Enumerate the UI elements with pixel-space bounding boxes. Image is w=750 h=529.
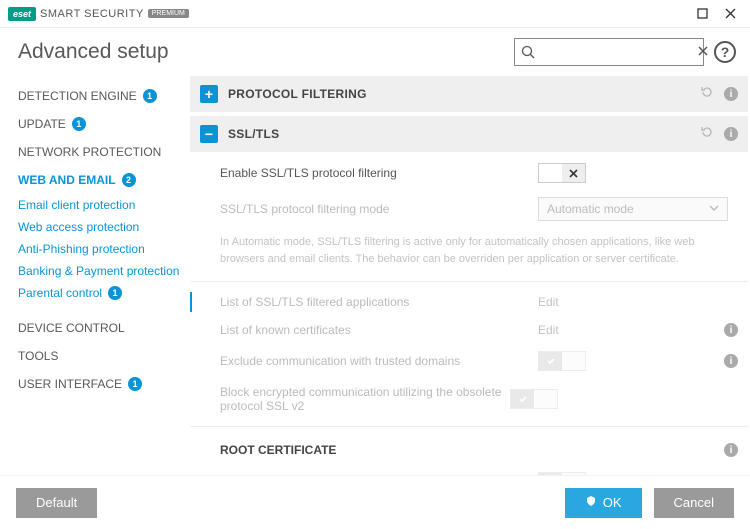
revert-icon[interactable] [700,125,714,144]
check-icon [511,390,534,408]
cancel-button[interactable]: Cancel [654,488,734,518]
brand-tier: PREMIUM [148,9,189,18]
row-block-sslv2: Block encrypted communication utilizing … [190,378,748,420]
toggle-block-sslv2 [510,389,558,409]
row-enable-ssl: Enable SSL/TLS protocol filtering [190,156,748,190]
subsection-root-certificate: ROOT CERTIFICATE i [190,426,748,465]
x-icon [562,164,585,182]
sidebar-item-user-interface[interactable]: USER INTERFACE1 [18,370,190,398]
info-icon[interactable]: i [724,354,738,368]
check-icon [539,352,562,370]
footer: Default OK Cancel [0,475,750,529]
sidebar-item-network-protection[interactable]: NETWORK PROTECTION [18,138,190,166]
info-icon[interactable]: i [724,87,738,101]
chevron-down-icon [709,202,719,216]
edit-link-certs: Edit [538,323,559,337]
help-button[interactable]: ? [714,41,736,63]
row-exclude-trusted: Exclude communication with trusted domai… [190,344,748,378]
sidebar-item-detection-engine[interactable]: DETECTION ENGINE1 [18,82,190,110]
sidebar-item-device-control[interactable]: DEVICE CONTROL [18,314,190,342]
sidebar-sub-email-client[interactable]: Email client protection [18,194,190,216]
select-filtering-mode: Automatic mode [538,197,728,221]
header: Advanced setup ? [0,28,750,76]
row-list-apps: List of SSL/TLS filtered applications Ed… [190,288,748,316]
sidebar-item-tools[interactable]: TOOLS [18,342,190,370]
sidebar-sub-anti-phishing[interactable]: Anti-Phishing protection [18,238,190,260]
badge-icon: 1 [128,377,142,391]
window-close-icon[interactable] [722,6,738,22]
badge-icon: 1 [143,89,157,103]
ok-button[interactable]: OK [565,488,642,518]
clear-search-icon[interactable] [698,43,708,61]
sidebar-sub-parental-control[interactable]: Parental control1 [18,282,190,304]
brand-name: SMART SECURITY [40,8,144,20]
toggle-enable-ssl[interactable] [538,163,586,183]
revert-icon[interactable] [700,85,714,104]
toggle-exclude-trusted [538,351,586,371]
shield-icon [585,495,597,510]
expand-icon[interactable]: + [200,85,218,103]
window-maximize-icon[interactable] [694,6,710,22]
sidebar-sub-web-access[interactable]: Web access protection [18,216,190,238]
row-list-certs: List of known certificates Editi [190,316,748,344]
row-filtering-mode: SSL/TLS protocol filtering mode Automati… [190,190,748,228]
sidebar-item-update[interactable]: UPDATE1 [18,110,190,138]
search-input[interactable] [535,45,698,59]
collapse-icon[interactable]: − [200,125,218,143]
search-box[interactable] [514,38,704,66]
info-icon[interactable]: i [724,443,738,457]
default-button[interactable]: Default [16,488,97,518]
search-icon [521,45,535,59]
info-icon[interactable]: i [724,323,738,337]
sidebar-sub-banking-payment[interactable]: Banking & Payment protection [18,260,190,282]
brand-logo: eset [8,7,36,21]
badge-icon: 1 [108,286,122,300]
section-ssl-tls[interactable]: − SSL/TLS i [190,116,748,152]
content-pane: + PROTOCOL FILTERING i − SSL/TLS i Enabl… [190,76,750,506]
brand: eset SMART SECURITY PREMIUM [4,7,189,21]
sidebar-item-web-and-email[interactable]: WEB AND EMAIL2 [18,166,190,194]
titlebar: eset SMART SECURITY PREMIUM [0,0,750,28]
badge-icon: 1 [72,117,86,131]
badge-icon: 2 [122,173,136,187]
sidebar: DETECTION ENGINE1 UPDATE1 NETWORK PROTEC… [0,76,190,506]
info-icon[interactable]: i [724,127,738,141]
section-protocol-filtering[interactable]: + PROTOCOL FILTERING i [190,76,748,112]
page-title: Advanced setup [18,40,169,64]
mode-description: In Automatic mode, SSL/TLS filtering is … [190,228,748,282]
edit-link-apps: Edit [538,295,559,309]
